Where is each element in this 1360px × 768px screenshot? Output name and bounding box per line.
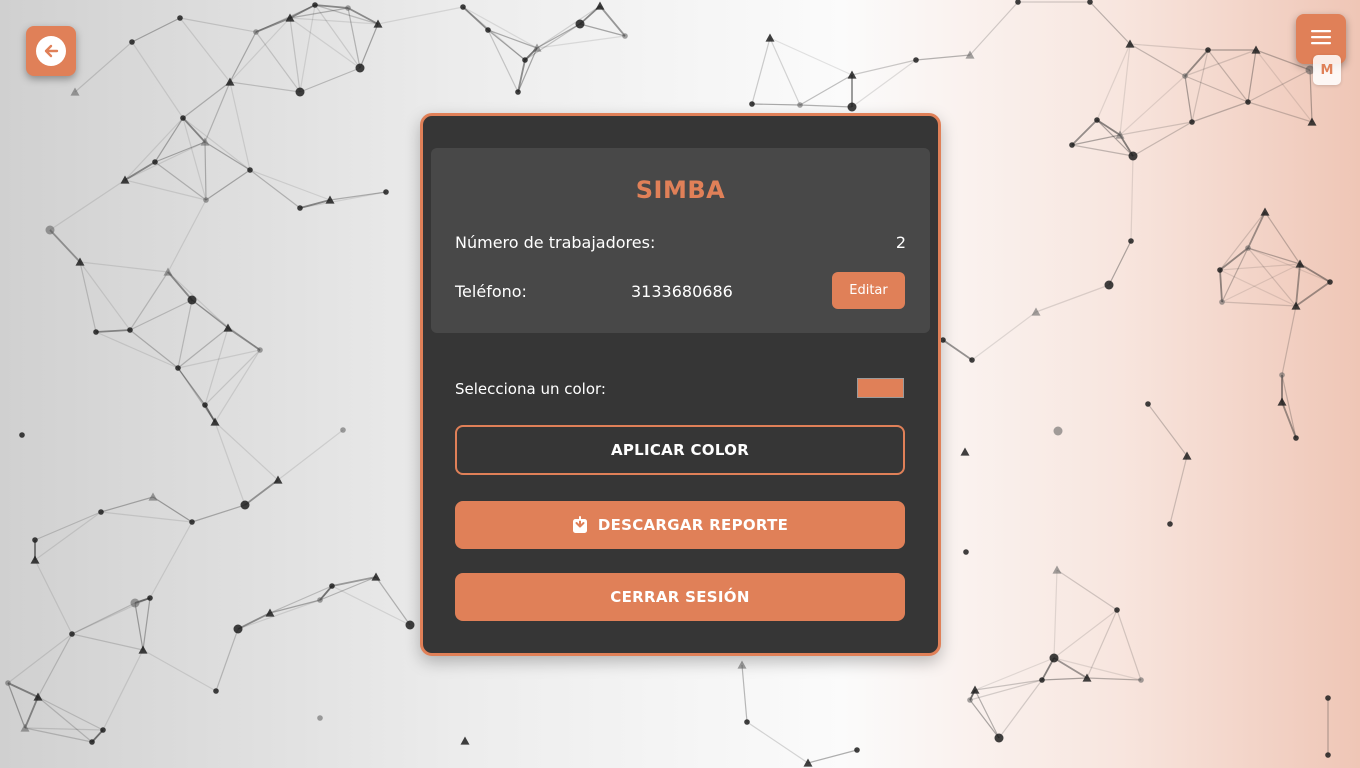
phone-value: 3133680686 xyxy=(631,282,733,301)
company-name: SIMBA xyxy=(635,176,726,204)
edit-button[interactable]: Editar xyxy=(832,272,905,309)
download-report-label: DESCARGAR REPORTE xyxy=(597,516,789,534)
hamburger-menu-icon xyxy=(1310,28,1332,50)
phone-label: Teléfono: xyxy=(455,282,527,301)
color-picker-label: Selecciona un color: xyxy=(455,380,606,398)
arrow-left-icon xyxy=(36,36,66,66)
color-picker-swatch[interactable] xyxy=(857,378,904,398)
back-button[interactable] xyxy=(26,26,76,76)
download-icon xyxy=(572,516,588,534)
workers-value: 2 xyxy=(895,233,906,252)
company-info-card: SIMBA Número de trabajadores: 2 Teléfono… xyxy=(431,148,930,333)
apply-color-button[interactable]: APLICAR COLOR xyxy=(455,425,905,475)
profile-panel: SIMBA Número de trabajadores: 2 Teléfono… xyxy=(420,113,941,656)
download-report-button[interactable]: DESCARGAR REPORTE xyxy=(455,501,905,549)
user-avatar-badge[interactable]: M xyxy=(1313,55,1341,85)
logout-button[interactable]: CERRAR SESIÓN xyxy=(455,573,905,621)
logout-label: CERRAR SESIÓN xyxy=(610,588,750,606)
workers-label: Número de trabajadores: xyxy=(455,233,656,252)
apply-color-label: APLICAR COLOR xyxy=(610,441,750,459)
